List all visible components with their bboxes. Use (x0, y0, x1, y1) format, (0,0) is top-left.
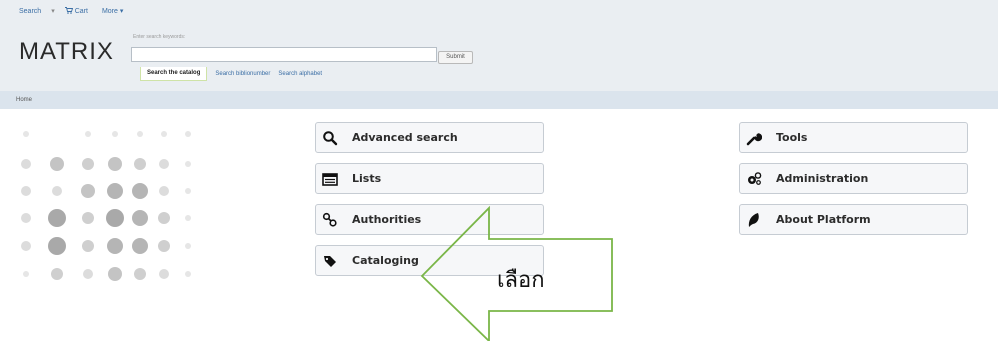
search-nav-link[interactable]: Search (19, 8, 41, 15)
logo-dot (85, 131, 91, 137)
breadcrumb (0, 91, 998, 109)
cart-label: Cart (74, 8, 88, 15)
list-icon (322, 173, 338, 186)
administration-label: Administration (776, 172, 869, 185)
logo-dot (50, 157, 64, 171)
gears-icon (748, 172, 762, 185)
logo-dot (159, 186, 169, 196)
logo-dot (159, 159, 169, 169)
tab-search-biblionumber[interactable]: Search biblionumber (215, 71, 270, 77)
tag-icon (324, 256, 336, 267)
logo-dot (82, 212, 94, 224)
cataloging-label: Cataloging (352, 254, 419, 267)
logo-dot (48, 237, 66, 255)
logo-dot (158, 240, 170, 252)
search-tabs: Search the catalog Search biblionumber S… (140, 67, 322, 81)
koha-leaf-icon (748, 213, 759, 227)
logo-dot (108, 157, 122, 171)
logo-dot (23, 131, 29, 137)
logo-dot (185, 188, 191, 194)
about-platform-label: About Platform (776, 213, 871, 226)
annotation-text: เลือก (497, 268, 545, 293)
authorities-label: Authorities (352, 213, 422, 226)
advanced-search-button[interactable]: Advanced search (315, 122, 544, 153)
logo-dot (48, 209, 66, 227)
logo-dot (108, 267, 122, 281)
logo-dot (21, 241, 31, 251)
administration-button[interactable]: Administration (739, 163, 968, 194)
tab-search-catalog[interactable]: Search the catalog (140, 67, 208, 81)
logo-dot (159, 269, 169, 279)
logo-dot (132, 210, 148, 226)
wrench-icon (746, 133, 762, 146)
search-hint-label: Enter search keywords: (133, 34, 186, 40)
logo-dot (134, 158, 146, 170)
dot-logo-graphic (21, 131, 191, 281)
search-input[interactable] (131, 47, 437, 62)
logo-dot (185, 215, 191, 221)
cart-link[interactable]: Cart (64, 7, 88, 15)
logo-dot (21, 159, 31, 169)
authorities-button[interactable]: Authorities (315, 204, 544, 235)
logo-dot (161, 131, 167, 137)
logo-dot (52, 186, 62, 196)
lists-button[interactable]: Lists (315, 163, 544, 194)
cart-icon (64, 7, 73, 14)
logo-dot (107, 183, 123, 199)
logo-dot (106, 209, 124, 227)
logo[interactable]: MATRIX (19, 38, 114, 66)
breadcrumb-home[interactable]: Home (16, 97, 32, 103)
link-icon (322, 212, 337, 227)
logo-dot (83, 269, 93, 279)
tab-search-alphabet[interactable]: Search alphabet (278, 71, 322, 77)
tools-label: Tools (776, 131, 808, 144)
logo-dot (185, 131, 191, 137)
logo-dot (185, 271, 191, 277)
logo-dot (21, 186, 31, 196)
logo-dot (158, 212, 170, 224)
logo-dot (82, 240, 94, 252)
nav-dropdown-icon[interactable]: ▾ (51, 7, 55, 15)
logo-dot (107, 238, 123, 254)
logo-dot (112, 131, 118, 137)
logo-dot (21, 213, 31, 223)
logo-dot (81, 184, 95, 198)
lists-label: Lists (352, 172, 382, 185)
search-icon (323, 131, 338, 146)
more-menu[interactable]: More ▾ (102, 7, 123, 15)
submit-button[interactable]: Submit (438, 51, 473, 64)
logo-dot (134, 268, 146, 280)
logo-dot (51, 268, 63, 280)
advanced-search-label: Advanced search (352, 131, 458, 144)
logo-dot (82, 158, 94, 170)
logo-dot (132, 183, 148, 199)
logo-dot (185, 243, 191, 249)
tools-button[interactable]: Tools (739, 122, 968, 153)
logo-dot (132, 238, 148, 254)
logo-dot (23, 271, 29, 277)
header-bar: Search ▾ Cart More ▾ MATRIX Enter search… (0, 0, 998, 91)
logo-dot (137, 131, 143, 137)
logo-dot (185, 161, 191, 167)
top-navigation: Search ▾ Cart More ▾ (19, 7, 123, 15)
about-platform-button[interactable]: About Platform (739, 204, 968, 235)
